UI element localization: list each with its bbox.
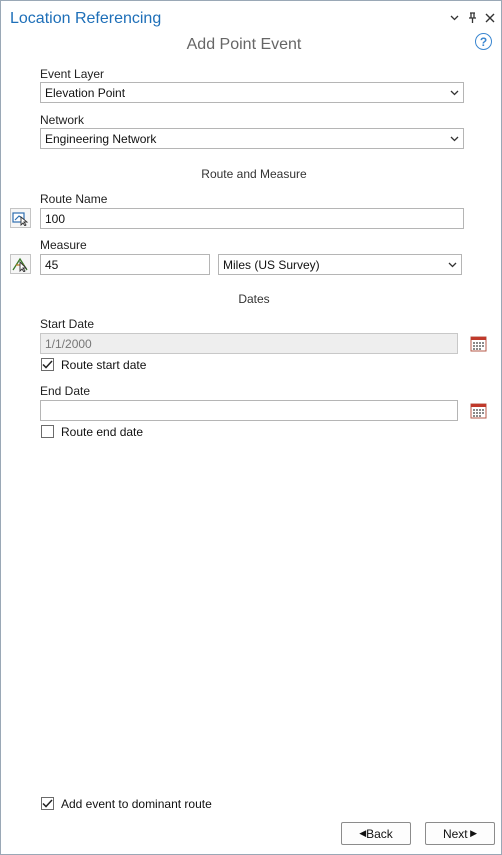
event-layer-dropdown[interactable]: Elevation Point	[40, 82, 464, 103]
route-name-label: Route Name	[40, 192, 108, 206]
end-date-input[interactable]	[40, 400, 458, 421]
checkmark-icon	[42, 360, 53, 369]
triangle-right-icon: ▶	[467, 828, 478, 838]
route-and-measure-heading: Route and Measure	[201, 167, 307, 181]
select-measure-icon	[12, 257, 28, 272]
triangle-left-icon: ◀	[359, 828, 367, 838]
dates-heading: Dates	[238, 292, 270, 306]
chevron-down-icon	[449, 134, 459, 144]
location-referencing-pane: Location Referencing Add Point Event ? E…	[0, 0, 502, 855]
route-end-date-label[interactable]: Route end date	[61, 425, 143, 439]
route-start-date-label[interactable]: Route start date	[61, 358, 146, 372]
dominant-route-label[interactable]: Add event to dominant route	[61, 797, 212, 811]
select-route-tool-button[interactable]	[10, 208, 31, 228]
select-route-icon	[12, 211, 29, 226]
measure-units-value: Miles (US Survey)	[223, 257, 320, 272]
calendar-icon[interactable]	[469, 334, 487, 352]
close-icon[interactable]	[483, 10, 497, 26]
route-end-date-checkbox[interactable]	[41, 425, 54, 438]
next-button[interactable]: Next ▶	[425, 822, 495, 845]
start-date-input: 1/1/2000	[40, 333, 458, 354]
start-date-label: Start Date	[40, 317, 95, 331]
chevron-down-icon	[449, 88, 459, 98]
back-button[interactable]: ◀ Back	[341, 822, 411, 845]
checkmark-icon	[42, 799, 53, 808]
dominant-route-checkbox[interactable]	[41, 797, 54, 810]
select-measure-tool-button[interactable]	[10, 254, 31, 274]
end-date-label: End Date	[40, 384, 91, 398]
measure-label: Measure	[40, 238, 87, 252]
pin-icon[interactable]	[465, 10, 479, 26]
route-name-input[interactable]: 100	[40, 208, 464, 229]
network-dropdown[interactable]: Engineering Network	[40, 128, 464, 149]
measure-input[interactable]: 45	[40, 254, 210, 275]
event-layer-label: Event Layer	[40, 67, 105, 81]
chevron-down-icon	[447, 260, 457, 270]
network-label: Network	[40, 113, 85, 127]
pane-title: Location Referencing	[10, 10, 162, 27]
calendar-icon[interactable]	[469, 401, 487, 419]
event-layer-value: Elevation Point	[45, 85, 126, 100]
help-icon[interactable]: ?	[475, 33, 492, 50]
measure-units-dropdown[interactable]: Miles (US Survey)	[218, 254, 462, 275]
chevron-down-icon[interactable]	[447, 10, 461, 26]
tool-subtitle: Add Point Event	[186, 36, 302, 53]
network-value: Engineering Network	[45, 131, 157, 146]
route-start-date-checkbox[interactable]	[41, 358, 54, 371]
